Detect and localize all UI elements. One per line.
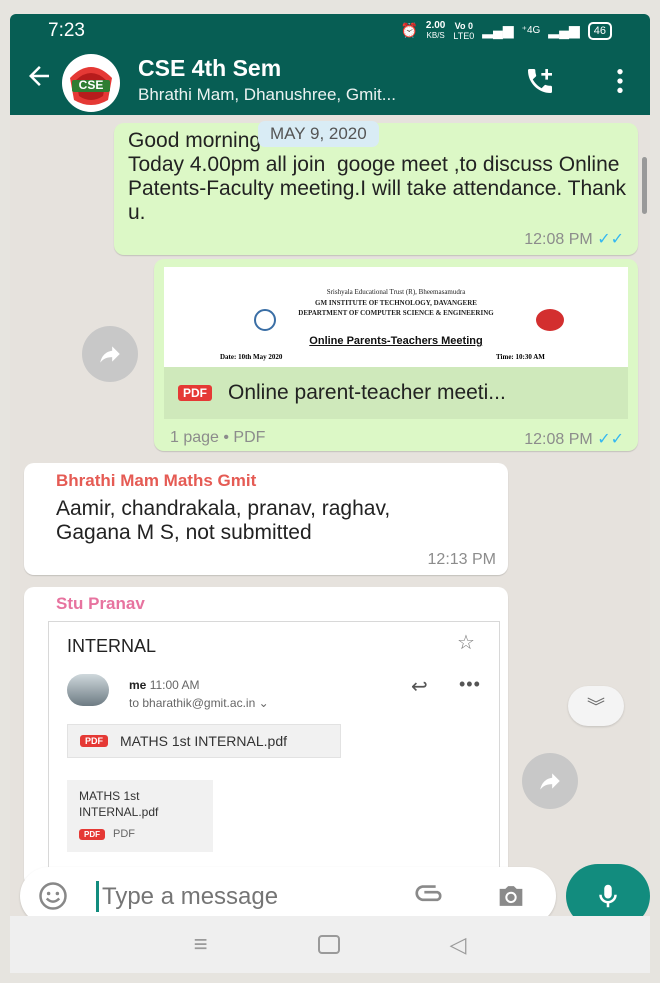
email-from: me 11:00 AM xyxy=(129,678,200,692)
message-bubble-3[interactable]: Bhrathi Mam Maths Gmit Aamir, chandrakal… xyxy=(24,463,508,575)
email-subject: INTERNAL xyxy=(67,636,157,656)
sender-avatar xyxy=(67,674,109,706)
signal-icon-2: ▂▄▆ xyxy=(548,22,580,38)
message-time: 12:08 PM ✓✓ xyxy=(524,231,624,248)
signal-icon: ▂▄▆ xyxy=(482,22,514,38)
preview-date: Date: 10th May 2020 xyxy=(220,353,283,361)
attachment-card-type: PDF PDF xyxy=(79,828,135,840)
status-bar: 7:23 ⏰ 2.00 KB/S Vo 0 LTE0 ▂▄▆ ⁺4G ▂▄▆ 46 xyxy=(10,14,650,47)
volte-indicator: Vo 0 LTE0 xyxy=(453,20,475,41)
mic-icon xyxy=(599,884,617,908)
read-ticks-icon: ✓✓ xyxy=(597,231,624,248)
more-vert-icon[interactable] xyxy=(604,65,636,97)
battery-indicator: 46 xyxy=(587,21,612,40)
avatar-text: CSE xyxy=(78,78,104,92)
document-message[interactable]: Srishyala Educational Trust (R), Bheemas… xyxy=(154,259,638,451)
attachment-chip[interactable]: PDF MATHS 1st INTERNAL.pdf xyxy=(67,724,341,758)
system-nav-bar: ≡ ◁ xyxy=(10,916,650,973)
forward-icon[interactable] xyxy=(522,753,578,809)
add-call-icon[interactable] xyxy=(524,65,556,97)
status-icons: ⏰ 2.00 KB/S Vo 0 LTE0 ▂▄▆ ⁺4G ▂▄▆ 46 xyxy=(400,19,612,41)
emoji-icon[interactable] xyxy=(38,881,68,911)
sender-name[interactable]: Stu Pranav xyxy=(56,594,145,614)
forward-icon[interactable] xyxy=(82,326,138,382)
scroll-to-bottom-button[interactable]: ︾ xyxy=(568,686,624,726)
message-time: 12:13 PM xyxy=(427,551,496,568)
preview-line-2: GM INSTITUTE OF TECHNOLOGY, DAVANGERE xyxy=(315,299,477,307)
date-chip: MAY 9, 2020 xyxy=(258,121,379,147)
pdf-icon: PDF xyxy=(80,735,108,747)
star-icon[interactable]: ☆ xyxy=(457,630,475,655)
email-screenshot-image[interactable]: INTERNAL ☆ me 11:00 AM to bharathik@gmit… xyxy=(48,621,500,887)
document-meta: 1 page • PDF xyxy=(170,429,266,446)
camera-icon[interactable] xyxy=(494,879,528,913)
preview-heading: Online Parents-Teachers Meeting xyxy=(309,335,483,347)
back-arrow-icon[interactable] xyxy=(24,61,54,91)
back-nav-icon[interactable]: ◁ xyxy=(450,932,467,958)
scrollbar[interactable] xyxy=(642,157,647,214)
email-recipient[interactable]: to bharathik@gmit.ac.in ⌄ xyxy=(129,696,269,710)
status-time: 7:23 xyxy=(48,19,85,41)
message-time: 12:08 PM ✓✓ xyxy=(524,431,624,448)
chat-title[interactable]: CSE 4th Sem xyxy=(138,55,281,82)
preview-time: Time: 10:30 AM xyxy=(496,353,545,361)
pdf-icon: PDF xyxy=(79,828,105,840)
document-preview[interactable]: Srishyala Educational Trust (R), Bheemas… xyxy=(164,267,628,367)
message-input[interactable] xyxy=(100,875,404,919)
attachment-card[interactable]: MATHS 1st INTERNAL.pdf PDF PDF xyxy=(67,780,213,852)
more-horiz-icon[interactable]: ••• xyxy=(459,674,481,695)
attachment-card-name: MATHS 1st INTERNAL.pdf xyxy=(79,789,159,819)
home-nav-icon[interactable] xyxy=(317,935,340,954)
chat-area[interactable]: Good morning Today 4.00pm all join googe… xyxy=(10,115,650,916)
message-bubble-4[interactable]: Stu Pranav INTERNAL ☆ me 11:00 AM to bha… xyxy=(24,587,508,887)
chat-header: CSE CSE 4th Sem Bhrathi Mam, Dhanushree,… xyxy=(10,47,650,115)
net-speed: 2.00 KB/S xyxy=(425,19,446,40)
alarm-icon: ⏰ xyxy=(400,22,418,38)
read-ticks-icon: ✓✓ xyxy=(597,431,624,448)
chat-subtitle[interactable]: Bhrathi Mam, Dhanushree, Gmit... xyxy=(138,85,396,105)
preview-line-3: DEPARTMENT OF COMPUTER SCIENCE & ENGINEE… xyxy=(298,309,494,317)
sender-name[interactable]: Bhrathi Mam Maths Gmit xyxy=(56,471,256,491)
menu-nav-icon[interactable]: ≡ xyxy=(194,931,208,959)
preview-line-1: Srishyala Educational Trust (R), Bheemas… xyxy=(326,288,466,296)
document-file-row[interactable]: PDF Online parent-teacher meeti... xyxy=(164,367,628,419)
document-file-name: Online parent-teacher meeti... xyxy=(228,381,506,404)
pdf-icon: PDF xyxy=(178,385,212,401)
chevron-down-double-icon: ︾ xyxy=(587,697,605,717)
attachment-name: MATHS 1st INTERNAL.pdf xyxy=(120,733,288,749)
group-avatar[interactable]: CSE xyxy=(62,54,120,112)
attach-icon[interactable] xyxy=(414,880,446,912)
reply-icon[interactable]: ↩ xyxy=(411,674,428,699)
message-text: Aamir, chandrakala, pranav, raghav, Gaga… xyxy=(56,497,391,544)
text-cursor xyxy=(96,881,99,912)
mobile-data-indicator: ⁺4G xyxy=(521,25,541,36)
